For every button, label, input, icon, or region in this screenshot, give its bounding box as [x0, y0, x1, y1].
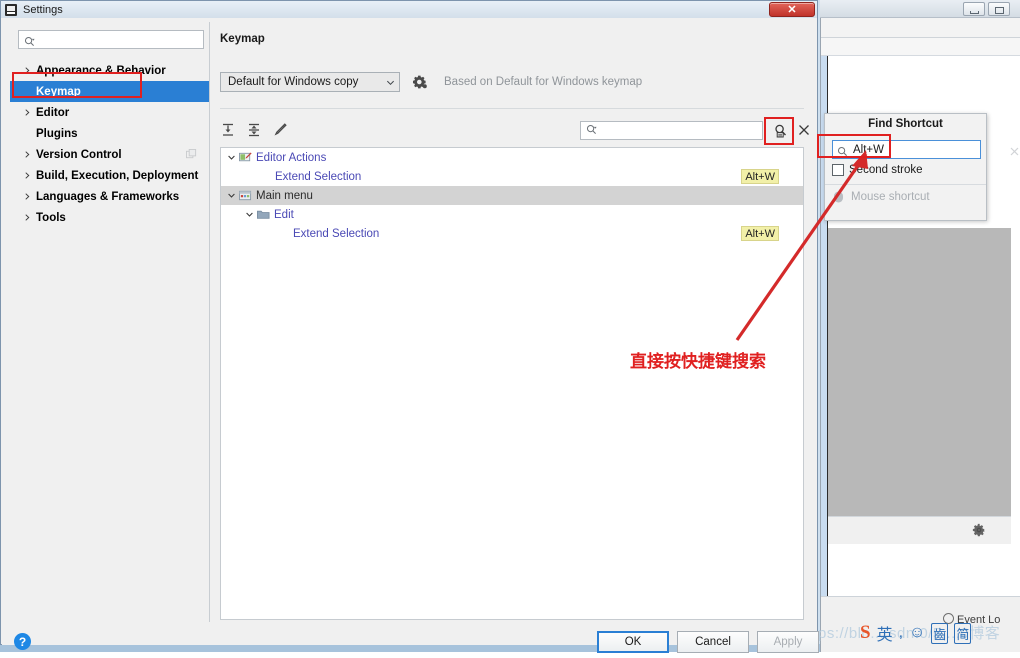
ime-punctuation-button[interactable]: , — [899, 624, 903, 642]
sidebar-item-label: Tools — [36, 211, 66, 224]
ok-button[interactable]: OK — [597, 631, 669, 653]
gear-icon[interactable] — [972, 523, 986, 537]
settings-sidebar: Appearance & Behavior Keymap Editor Plug… — [10, 22, 210, 622]
popup-divider — [825, 184, 986, 185]
minimize-icon — [970, 11, 979, 14]
dialog-title: Settings — [23, 3, 63, 16]
search-input[interactable] — [39, 32, 203, 47]
tree-item-label: Edit — [274, 208, 294, 221]
status-badge: Alt+W — [741, 169, 779, 184]
sidebar-item-label: Plugins — [36, 127, 78, 140]
ime-simplified-button[interactable]: 简 — [954, 622, 972, 644]
sidebar-item-build-execution-deployment[interactable]: Build, Execution, Deployment — [10, 165, 209, 186]
dialog-button-row: OK Cancel Apply — [2, 624, 819, 658]
status-badge: Alt+W — [741, 226, 779, 241]
main-menu-icon — [239, 189, 252, 202]
shortcut-input-highlight-box — [817, 134, 891, 158]
annotation-note: 直接按快捷键搜索 — [630, 352, 766, 372]
sidebar-item-label: Editor — [36, 106, 70, 119]
folder-icon — [257, 208, 270, 221]
close-icon[interactable] — [797, 123, 811, 137]
pane-divider — [220, 108, 804, 109]
maximize-icon — [995, 7, 1004, 14]
sidebar-item-languages-frameworks[interactable]: Languages & Frameworks — [10, 186, 209, 207]
second-stroke-label: Second stroke — [849, 164, 923, 176]
pencil-edit-icon[interactable] — [272, 122, 288, 138]
clear-icon[interactable] — [1009, 144, 1020, 156]
apply-button: Apply — [757, 631, 819, 653]
keymap-tree[interactable]: Editor Actions Extend Selection Alt+W Ma… — [220, 147, 804, 620]
copy-icon[interactable] — [186, 149, 197, 160]
editor-actions-icon — [239, 151, 252, 164]
mouse-shortcut-label: Mouse shortcut — [851, 191, 930, 203]
based-on-label: Based on Default for Windows keymap — [444, 76, 643, 88]
cancel-button[interactable]: Cancel — [677, 631, 749, 653]
sidebar-item-version-control[interactable]: Version Control — [10, 144, 209, 165]
tree-item-label: Editor Actions — [256, 151, 327, 164]
keymap-highlight-box — [12, 72, 142, 98]
keymap-dropdown[interactable]: Default for Windows copy — [220, 72, 400, 92]
background-minimize-button[interactable] — [963, 2, 985, 16]
sidebar-item-editor[interactable]: Editor — [10, 102, 209, 123]
table-row[interactable]: Extend Selection Alt+W — [221, 167, 803, 186]
chevron-down-icon[interactable] — [227, 153, 236, 162]
sidebar-search-field[interactable] — [18, 30, 204, 49]
keymap-dropdown-value: Default for Windows copy — [228, 76, 359, 88]
find-shortcut-popup: Find Shortcut Second stroke Mouse shortc… — [824, 113, 1019, 221]
table-row[interactable]: Edit — [221, 205, 803, 224]
chevron-right-icon[interactable] — [24, 65, 31, 74]
popup-title: Find Shortcut — [868, 118, 943, 130]
table-row[interactable]: Editor Actions — [221, 148, 803, 167]
second-stroke-checkbox[interactable]: Second stroke — [832, 164, 923, 176]
tree-item-label: Main menu — [256, 189, 313, 202]
chevron-right-icon[interactable] — [24, 212, 31, 221]
tree-search-input[interactable] — [601, 123, 762, 138]
find-shortcut-highlight — [764, 117, 794, 145]
checkbox-icon[interactable] — [832, 164, 844, 176]
background-editor-canvas — [828, 228, 1011, 516]
chevron-down-icon[interactable] — [227, 191, 236, 200]
tree-item-label: Extend Selection — [293, 227, 380, 240]
table-row[interactable]: Main menu — [221, 186, 803, 205]
chevron-right-icon[interactable] — [24, 191, 31, 200]
ime-toolbar[interactable]: S 英 , ☺ 齒 简 — [860, 620, 972, 646]
chevron-right-icon[interactable] — [24, 107, 31, 116]
page-title: Keymap — [220, 33, 265, 45]
chevron-right-icon[interactable] — [24, 149, 31, 158]
expand-all-icon[interactable] — [220, 122, 236, 138]
sidebar-item-label: Build, Execution, Deployment — [36, 169, 199, 182]
tree-search-field[interactable] — [580, 121, 763, 140]
collapse-all-icon[interactable] — [246, 122, 262, 138]
keymap-pane: Keymap Default for Windows copy Based on… — [212, 22, 812, 622]
dialog-body: Appearance & Behavior Keymap Editor Plug… — [2, 18, 819, 653]
mouse-shortcut-option: Mouse shortcut — [832, 190, 930, 204]
chevron-right-icon[interactable] — [24, 170, 31, 179]
background-maximize-button[interactable] — [988, 2, 1010, 16]
background-tab-strip — [821, 38, 1020, 56]
sidebar-item-plugins[interactable]: Plugins — [10, 123, 209, 144]
sidebar-item-tools[interactable]: Tools — [10, 207, 209, 228]
background-toolbar — [821, 18, 1020, 38]
close-button[interactable]: ✕ — [769, 2, 815, 17]
ime-shape-button[interactable]: 齒 — [931, 622, 949, 644]
gear-settings-icon[interactable] — [412, 74, 428, 90]
intellij-icon — [5, 3, 17, 16]
sidebar-item-label: Languages & Frameworks — [36, 190, 180, 203]
keymap-selector-row: Default for Windows copy Based on Defaul… — [220, 72, 642, 92]
dialog-titlebar: Settings — [1, 1, 817, 18]
sidebar-item-label: Version Control — [36, 148, 122, 161]
table-row[interactable]: Extend Selection Alt+W — [221, 224, 803, 243]
mouse-icon — [832, 190, 845, 204]
search-icon — [586, 122, 597, 140]
ime-mode-button[interactable]: 英 — [877, 621, 893, 645]
ime-logo-icon: S — [860, 622, 871, 643]
ime-emoji-button[interactable]: ☺ — [909, 624, 925, 642]
chevron-down-icon[interactable] — [245, 210, 254, 219]
chevron-down-icon — [386, 78, 395, 87]
tree-item-label: Extend Selection — [275, 170, 362, 183]
search-icon — [24, 34, 35, 46]
